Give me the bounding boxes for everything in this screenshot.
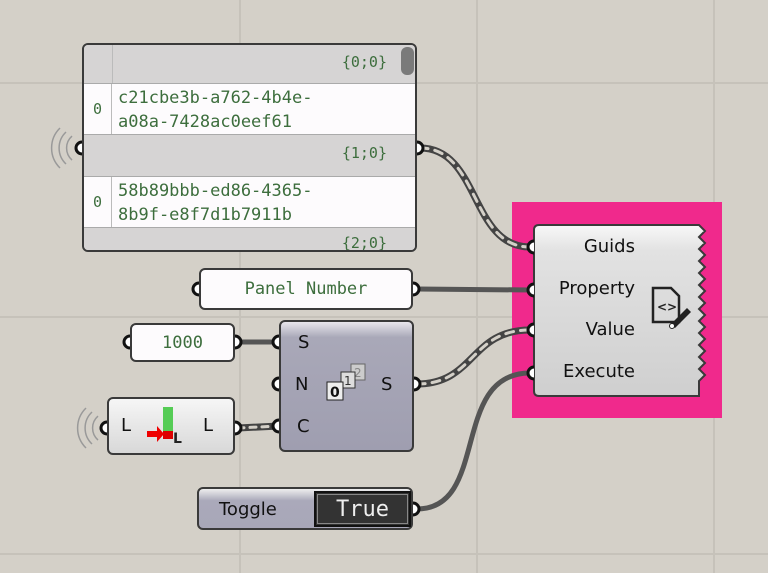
branch-path: {0;0} [84, 45, 415, 83]
set-property-component[interactable]: Guids Property Value Execute <> [533, 224, 709, 397]
output-l: L [203, 415, 214, 436]
toggle-value[interactable]: True [314, 491, 411, 527]
item-value: 58b89bbb-ed86-4365- [118, 181, 313, 201]
input-n: N [295, 374, 309, 395]
input-execute: Execute [563, 361, 635, 382]
property-panel[interactable]: Panel Number [199, 268, 413, 310]
edit-code-icon: <> [651, 286, 691, 329]
input-value: Value [585, 319, 635, 340]
start-panel[interactable]: 1000 [130, 323, 235, 362]
input-guids: Guids [583, 236, 635, 257]
item-index: 0 [84, 84, 112, 134]
branch-path: {2;0} [84, 229, 415, 250]
svg-text:L: L [173, 431, 182, 447]
item-value: c21cbe3b-a762-4b4e- [118, 88, 313, 108]
input-property: Property [558, 278, 635, 299]
boolean-toggle[interactable]: Toggle True [197, 487, 413, 530]
input-s: S [298, 332, 310, 353]
input-c: C [297, 416, 310, 437]
item-index: 0 [84, 177, 112, 227]
guid-panel[interactable]: {0;0} 0 c21cbe3b-a762-4b4e-a08a-7428ac0e… [82, 43, 417, 252]
series-component[interactable]: S N C S 2 1 0 [279, 320, 414, 452]
list-item: 0 58b89bbb-ed86-4365- 8b9f-e8f7d1b7911b [84, 176, 415, 228]
svg-text:<>: <> [657, 300, 677, 314]
svg-text:0: 0 [330, 385, 340, 401]
list-item: 0 c21cbe3b-a762-4b4e-a08a-7428ac0eef61 [84, 83, 415, 135]
svg-text:1: 1 [344, 374, 352, 388]
list-length-icon: L [147, 407, 182, 447]
toggle-label: Toggle [219, 499, 277, 520]
wire-property [414, 286, 533, 293]
scrollbar[interactable] [401, 47, 414, 75]
wire-execute [414, 370, 533, 512]
list-length-component[interactable]: L L L [107, 397, 235, 455]
series-icon: 2 1 0 [326, 363, 366, 401]
item-value: a08a-7428ac0eef61 [118, 112, 292, 132]
item-value: 8b9f-e8f7d1b7911b [118, 205, 292, 225]
wire-guids-dash [418, 146, 532, 249]
output-s: S [381, 374, 393, 395]
input-l: L [121, 415, 132, 436]
branch-path: {1;0} [84, 136, 415, 176]
